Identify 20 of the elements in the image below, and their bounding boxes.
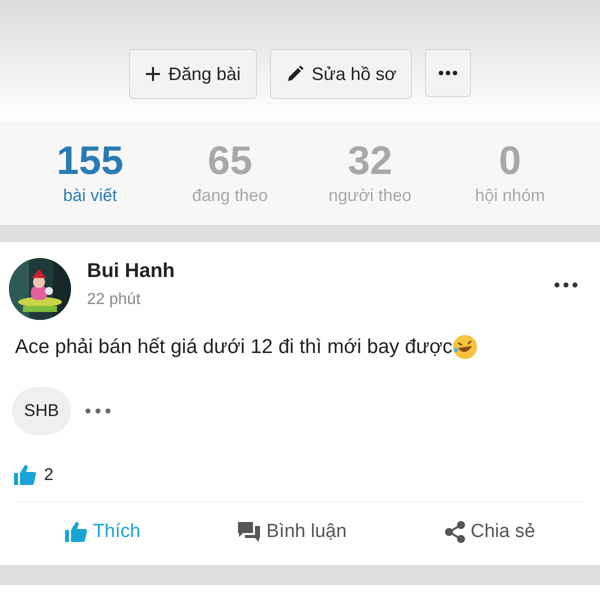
- share-button[interactable]: Chia sẻ: [438, 520, 542, 544]
- more-icon: [438, 70, 458, 76]
- more-icon[interactable]: [554, 282, 578, 288]
- comment-icon: [238, 522, 260, 542]
- stat-tab[interactable]: 155 bài viết: [20, 122, 160, 225]
- pencil-icon: [286, 65, 304, 83]
- thumbs-up-icon: [14, 465, 36, 485]
- more-icon[interactable]: [84, 408, 111, 414]
- like-count: 2: [44, 465, 54, 485]
- post-time: 22 phút: [87, 291, 142, 309]
- comment-button[interactable]: Bình luận: [232, 520, 353, 544]
- post-text: Ace phải bán hết giá dưới 12 đi thì mới bay được: [15, 336, 452, 358]
- thumbs-up-icon: [64, 522, 87, 542]
- stock-tag[interactable]: SHB: [12, 387, 71, 435]
- more-button[interactable]: [425, 49, 472, 97]
- edit-profile-button[interactable]: Sửa hồ sơ: [270, 49, 412, 99]
- new-post-button[interactable]: Đăng bài: [128, 49, 257, 99]
- plus-icon: [144, 66, 161, 82]
- share-icon: [444, 521, 465, 543]
- author-name[interactable]: Bui Hanh: [87, 260, 538, 283]
